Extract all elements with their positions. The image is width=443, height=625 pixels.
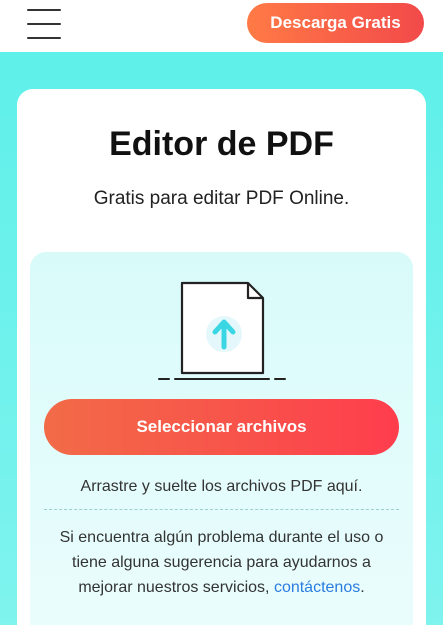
menu-line <box>27 23 61 25</box>
file-upload-icon <box>158 281 286 380</box>
menu-line <box>27 9 61 11</box>
drop-hint-text: Arrastre y suelte los archivos PDF aquí. <box>80 478 363 495</box>
hamburger-menu-icon[interactable] <box>27 9 61 39</box>
editor-card: Editor de PDF Gratis para editar PDF Onl… <box>17 89 426 625</box>
page-title: Editor de PDF <box>109 125 334 163</box>
help-end: . <box>360 579 365 596</box>
download-free-button[interactable]: Descarga Gratis <box>247 3 424 43</box>
menu-line <box>27 37 61 39</box>
select-files-button[interactable]: Seleccionar archivos <box>44 399 399 455</box>
dashed-divider <box>44 509 399 510</box>
top-navigation-bar: Descarga Gratis <box>0 0 443 52</box>
page: Descarga Gratis Editor de PDF Gratis par… <box>0 0 443 625</box>
help-text: Si encuentra algún problema durante el u… <box>44 525 399 600</box>
page-subtitle: Gratis para editar PDF Online. <box>93 188 350 209</box>
contact-link[interactable]: contáctenos <box>274 579 360 596</box>
file-drop-zone[interactable]: Seleccionar archivos Arrastre y suelte l… <box>30 252 413 625</box>
